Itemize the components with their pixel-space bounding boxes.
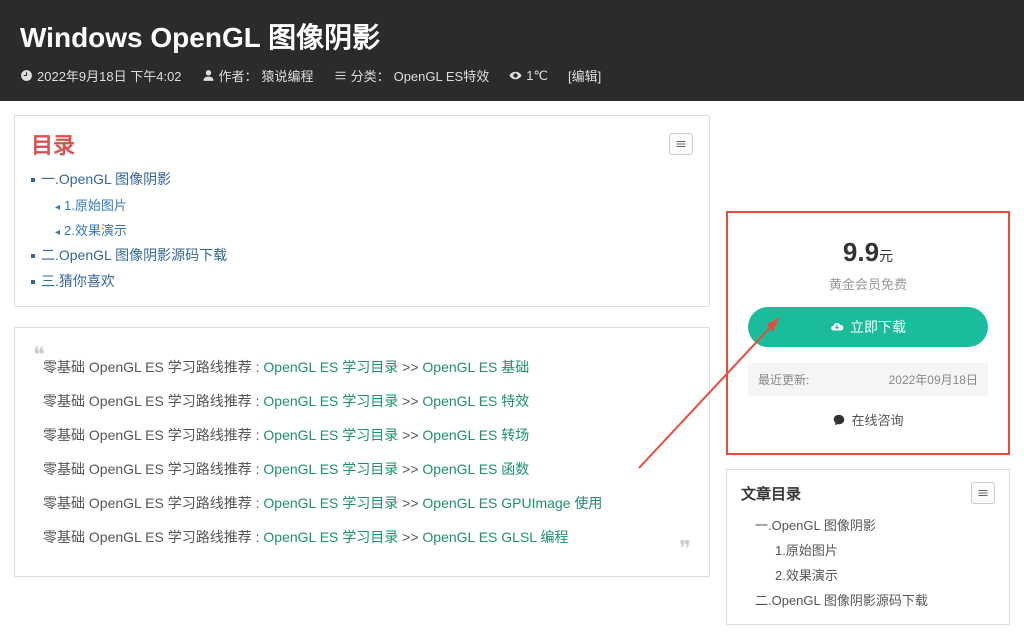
toc-list: 一.OpenGL 图像阴影 1.原始图片 2.效果演示二.OpenGL 图像阴影源码… — [31, 166, 693, 294]
toc-item: 二.OpenGL 图像阴影源码下载 — [31, 242, 693, 268]
main-column: 目录 一.OpenGL 图像阴影 1.原始图片 2.效果演示二.OpenGL 图像阴… — [14, 115, 710, 625]
rec-link-index[interactable]: OpenGL ES 学习目录 — [263, 359, 398, 375]
recommendation-item: 零基础 OpenGL ES 学习路线推荐 : OpenGL ES 学习目录 >>… — [43, 418, 681, 452]
rec-link-target[interactable]: OpenGL ES GPUImage 使用 — [422, 495, 602, 511]
recommendation-item: 零基础 OpenGL ES 学习路线推荐 : OpenGL ES 学习目录 >>… — [43, 452, 681, 486]
sidebar: 9.9元 黄金会员免费 立即下载 最近更新: 2022年09月18日 在线咨询 … — [726, 115, 1010, 625]
quote-close-icon: ❞ — [679, 536, 691, 562]
rec-link-target[interactable]: OpenGL ES 特效 — [422, 393, 529, 409]
toc-toggle-button[interactable] — [669, 133, 693, 155]
rec-link-target[interactable]: OpenGL ES GLSL 编程 — [422, 529, 568, 545]
recommendation-item: 零基础 OpenGL ES 学习路线推荐 : OpenGL ES 学习目录 >>… — [43, 520, 681, 554]
date-meta: 2022年9月18日 下午4:02 — [20, 66, 182, 85]
sidebar-toc: 文章目录 一.OpenGL 图像阴影1.原始图片2.效果演示二.OpenGL 图… — [726, 469, 1010, 625]
rec-link-target[interactable]: OpenGL ES 转场 — [422, 427, 529, 443]
clock-icon — [20, 69, 33, 82]
list-icon — [334, 69, 347, 82]
vip-text: 黄金会员免费 — [748, 274, 988, 293]
toc-card: 目录 一.OpenGL 图像阴影 1.原始图片 2.效果演示二.OpenGL 图像阴… — [14, 115, 710, 307]
support-link[interactable]: 在线咨询 — [748, 410, 988, 429]
author-link[interactable]: 猿说编程 — [262, 66, 314, 85]
eye-icon — [509, 69, 522, 82]
quote-open-icon: ❝ — [33, 342, 45, 368]
rec-link-target[interactable]: OpenGL ES 基础 — [422, 359, 529, 375]
page-header: Windows OpenGL 图像阴影 2022年9月18日 下午4:02 作者… — [0, 0, 1024, 101]
rec-link-index[interactable]: OpenGL ES 学习目录 — [263, 393, 398, 409]
toc-link[interactable]: 二.OpenGL 图像阴影源码下载 — [41, 247, 227, 263]
update-row: 最近更新: 2022年09月18日 — [748, 363, 988, 396]
category-link[interactable]: OpenGL ES特效 — [394, 66, 490, 85]
toc-link[interactable]: 三.猜你喜欢 — [41, 273, 115, 289]
toc-item: 1.原始图片 — [31, 192, 693, 217]
sidebar-toc-item[interactable]: 二.OpenGL 图像阴影源码下载 — [741, 587, 995, 612]
recommendation-item: 零基础 OpenGL ES 学习路线推荐 : OpenGL ES 学习目录 >>… — [43, 350, 681, 384]
download-button[interactable]: 立即下载 — [748, 307, 988, 347]
edit-link[interactable]: [编辑] — [568, 66, 601, 85]
views-meta: 1℃ — [509, 68, 548, 84]
toc-title: 目录 — [31, 128, 75, 160]
author-meta: 作者： 猿说编程 — [202, 66, 314, 85]
chat-icon — [832, 413, 846, 427]
sidebar-toc-list: 一.OpenGL 图像阴影1.原始图片2.效果演示二.OpenGL 图像阴影源码… — [741, 512, 995, 612]
sidebar-toc-toggle-button[interactable] — [971, 482, 995, 504]
menu-icon — [675, 138, 687, 150]
rec-link-index[interactable]: OpenGL ES 学习目录 — [263, 427, 398, 443]
price-box: 9.9元 黄金会员免费 立即下载 最近更新: 2022年09月18日 在线咨询 — [726, 211, 1010, 455]
cloud-download-icon — [830, 320, 844, 334]
user-icon — [202, 69, 215, 82]
rec-link-target[interactable]: OpenGL ES 函数 — [422, 461, 529, 477]
sidebar-toc-item[interactable]: 2.效果演示 — [741, 562, 995, 587]
post-meta: 2022年9月18日 下午4:02 作者： 猿说编程 分类： OpenGL ES… — [20, 66, 1004, 85]
page-title: Windows OpenGL 图像阴影 — [20, 16, 1004, 56]
sidebar-toc-item[interactable]: 1.原始图片 — [741, 537, 995, 562]
recommendations-card: ❝ ❞ 零基础 OpenGL ES 学习路线推荐 : OpenGL ES 学习目… — [14, 327, 710, 577]
sidebar-toc-title: 文章目录 — [741, 483, 801, 504]
rec-link-index[interactable]: OpenGL ES 学习目录 — [263, 461, 398, 477]
rec-link-index[interactable]: OpenGL ES 学习目录 — [263, 495, 398, 511]
recommendation-item: 零基础 OpenGL ES 学习路线推荐 : OpenGL ES 学习目录 >>… — [43, 384, 681, 418]
toc-item: 一.OpenGL 图像阴影 — [31, 166, 693, 192]
toc-item: 三.猜你喜欢 — [31, 268, 693, 294]
category-meta: 分类： OpenGL ES特效 — [334, 66, 490, 85]
recommendation-item: 零基础 OpenGL ES 学习路线推荐 : OpenGL ES 学习目录 >>… — [43, 486, 681, 520]
sidebar-toc-item[interactable]: 一.OpenGL 图像阴影 — [741, 512, 995, 537]
recommendations-list: 零基础 OpenGL ES 学习路线推荐 : OpenGL ES 学习目录 >>… — [43, 350, 681, 554]
toc-item: 2.效果演示 — [31, 217, 693, 242]
menu-icon — [977, 487, 989, 499]
toc-link[interactable]: 2.效果演示 — [64, 223, 127, 238]
rec-link-index[interactable]: OpenGL ES 学习目录 — [263, 529, 398, 545]
toc-link[interactable]: 一.OpenGL 图像阴影 — [41, 171, 171, 187]
price-value: 9.9元 — [748, 237, 988, 268]
toc-link[interactable]: 1.原始图片 — [64, 198, 127, 213]
